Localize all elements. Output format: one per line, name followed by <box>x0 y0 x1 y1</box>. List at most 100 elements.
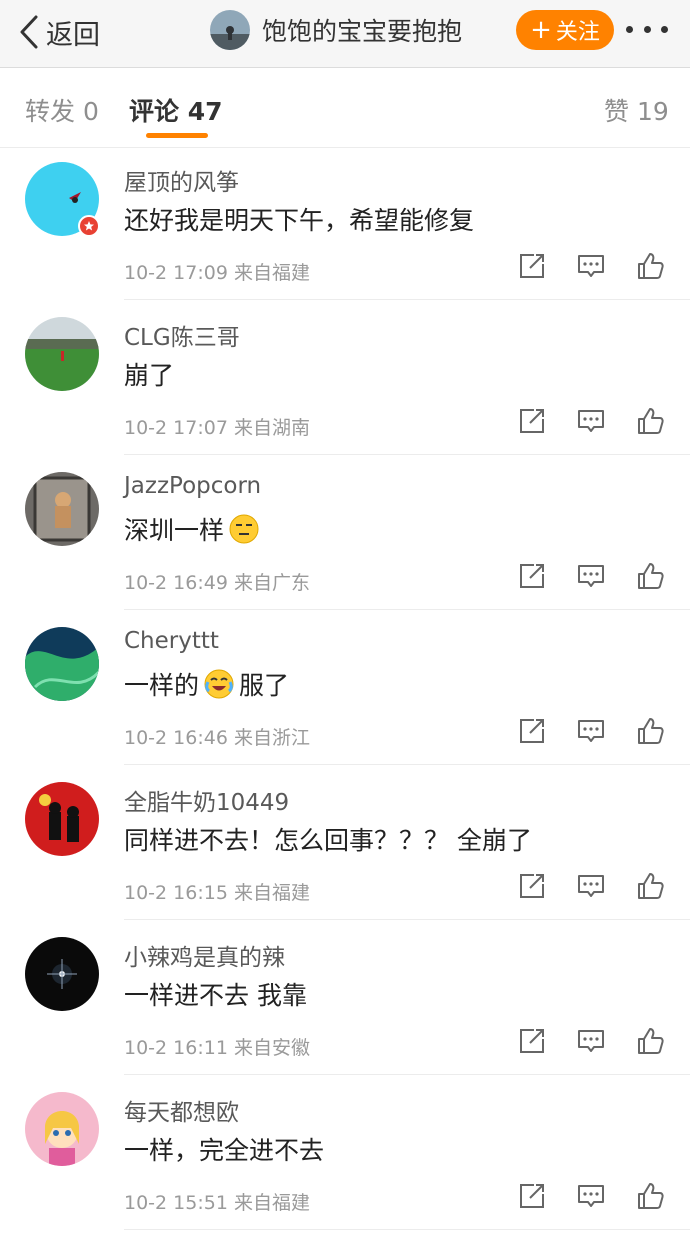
comment-icon[interactable] <box>576 561 606 591</box>
divider <box>124 1229 690 1230</box>
comment-icon[interactable] <box>576 1181 606 1211</box>
comment-time: 10-2 16:49 <box>124 572 228 594</box>
comment-text-main: 深圳一样 <box>124 516 225 545</box>
tab-likes-count: 19 <box>636 97 669 126</box>
author-avatar[interactable] <box>210 10 250 50</box>
comment-meta: 10-2 16:46 来自浙江 <box>124 723 310 750</box>
comment-text: 崩了 <box>124 356 174 392</box>
share-icon[interactable] <box>517 716 547 746</box>
comment-source: 来自福建 <box>233 262 310 284</box>
comment-text: 一样的 服了 <box>124 666 289 702</box>
user-avatar[interactable] <box>25 317 99 391</box>
comment-item[interactable]: Cheryttt 一样的 服了 10-2 16:46 来自浙江 <box>0 610 690 765</box>
page-title: 饱饱的宝宝要抱抱 <box>262 17 463 46</box>
comment-item[interactable]: 小辣鸡是真的辣一样进不去 我靠 10-2 16:11 来自安徽 <box>0 920 690 1075</box>
share-icon[interactable] <box>517 561 547 591</box>
comment-text-main: 同样进不去！怎么回事？？？ 全崩了 <box>124 826 532 855</box>
tab-repost-label: 转发 <box>25 97 76 126</box>
tab-comments[interactable]: 评论 47 <box>129 92 223 128</box>
thumbs-up-icon[interactable] <box>635 1026 665 1056</box>
user-avatar[interactable] <box>25 1092 99 1166</box>
plus-icon: + <box>530 15 552 45</box>
comment-meta: 10-2 17:07 来自湖南 <box>124 413 310 440</box>
comment-icon[interactable] <box>576 251 606 281</box>
comment-meta: 10-2 17:09 来自福建 <box>124 258 310 285</box>
verified-badge-icon <box>78 215 100 237</box>
top-bar: 返回 饱饱的宝宝要抱抱 + 关注 <box>0 0 690 68</box>
more-options-icon[interactable] <box>626 26 668 36</box>
comment-source: 来自安徽 <box>233 1037 310 1059</box>
comment-icon[interactable] <box>576 716 606 746</box>
tab-comments-label: 评论 <box>129 97 180 126</box>
tab-repost[interactable]: 转发 0 <box>25 92 99 128</box>
comment-meta: 10-2 15:51 来自福建 <box>124 1188 310 1215</box>
comment-text: 还好我是明天下午，希望能修复 <box>124 201 474 237</box>
user-avatar[interactable] <box>25 937 99 1011</box>
comment-meta: 10-2 16:11 来自安徽 <box>124 1033 310 1060</box>
share-icon[interactable] <box>517 251 547 281</box>
thumbs-up-icon[interactable] <box>635 871 665 901</box>
user-avatar[interactable] <box>25 782 99 856</box>
comment-item[interactable]: JazzPopcorn 深圳一样 10-2 16:49 来自广东 <box>0 455 690 610</box>
comment-time: 10-2 16:15 <box>124 882 228 904</box>
thumbs-up-icon[interactable] <box>635 561 665 591</box>
tab-repost-count: 0 <box>82 97 99 126</box>
user-avatar[interactable] <box>25 472 99 546</box>
comment-source: 来自广东 <box>233 572 310 594</box>
comment-text-main: 一样进不去 我靠 <box>124 981 307 1010</box>
comment-icon[interactable] <box>576 871 606 901</box>
comment-time: 10-2 16:46 <box>124 727 228 749</box>
comment-time: 10-2 17:07 <box>124 417 228 439</box>
comment-username[interactable]: 小辣鸡是真的辣 <box>124 938 285 972</box>
chevron-left-icon <box>20 15 38 49</box>
comment-item[interactable]: 屋顶的风筝还好我是明天下午，希望能修复 10-2 17:09 来自福建 <box>0 145 690 300</box>
comment-text: 一样进不去 我靠 <box>124 976 307 1012</box>
comment-icon[interactable] <box>576 1026 606 1056</box>
comment-meta: 10-2 16:15 来自福建 <box>124 878 310 905</box>
comment-username[interactable]: 每天都想欧 <box>124 1093 239 1127</box>
share-icon[interactable] <box>517 1026 547 1056</box>
smirk-emoji <box>228 513 260 545</box>
tab-comments-count: 47 <box>187 97 223 126</box>
comment-icon[interactable] <box>576 406 606 436</box>
comment-time: 10-2 17:09 <box>124 262 228 284</box>
follow-label: 关注 <box>555 20 600 45</box>
comment-text-main: 一样的 <box>124 671 200 700</box>
share-icon[interactable] <box>517 1181 547 1211</box>
comment-source: 来自湖南 <box>233 417 310 439</box>
share-icon[interactable] <box>517 406 547 436</box>
share-icon[interactable] <box>517 871 547 901</box>
comment-item[interactable]: 每天都想欧一样，完全进不去 10-2 15:51 来自福建 <box>0 1075 690 1230</box>
comment-source: 来自福建 <box>233 1192 310 1214</box>
thumbs-up-icon[interactable] <box>635 1181 665 1211</box>
comment-text-after: 服了 <box>239 671 290 700</box>
comment-text: 深圳一样 <box>124 511 264 547</box>
comment-meta: 10-2 16:49 来自广东 <box>124 568 310 595</box>
comment-time: 10-2 16:11 <box>124 1037 228 1059</box>
comment-item[interactable]: CLG陈三哥崩了 10-2 17:07 来自湖南 <box>0 300 690 455</box>
laugh-cry-emoji <box>203 668 235 700</box>
comment-username[interactable]: CLG陈三哥 <box>124 318 240 352</box>
comment-username[interactable]: Cheryttt <box>124 628 219 654</box>
comment-username[interactable]: 屋顶的风筝 <box>124 163 239 197</box>
thumbs-up-icon[interactable] <box>635 406 665 436</box>
back-label: 返回 <box>46 19 100 51</box>
tab-bar: 转发 0 评论 47 赞 19 <box>0 68 690 148</box>
page-title-group: 饱饱的宝宝要抱抱 <box>210 10 462 50</box>
comment-source: 来自浙江 <box>233 727 310 749</box>
comment-text: 一样，完全进不去 <box>124 1131 324 1167</box>
follow-button[interactable]: + 关注 <box>516 10 614 50</box>
user-avatar[interactable] <box>25 627 99 701</box>
comment-time: 10-2 15:51 <box>124 1192 228 1214</box>
tab-likes[interactable]: 赞 19 <box>604 92 669 128</box>
back-button[interactable]: 返回 <box>18 12 100 52</box>
thumbs-up-icon[interactable] <box>635 716 665 746</box>
comment-text-main: 崩了 <box>124 361 175 390</box>
comment-text-main: 还好我是明天下午，希望能修复 <box>124 206 475 235</box>
comment-item[interactable]: 全脂牛奶10449 同样进不去！怎么回事？？？ 全崩了 10-2 16:15 来自福… <box>0 765 690 920</box>
comment-source: 来自福建 <box>233 882 310 904</box>
comment-username[interactable]: 全脂牛奶10449 <box>124 783 289 817</box>
tab-likes-label: 赞 <box>604 97 630 126</box>
thumbs-up-icon[interactable] <box>635 251 665 281</box>
comment-username[interactable]: JazzPopcorn <box>124 473 261 499</box>
